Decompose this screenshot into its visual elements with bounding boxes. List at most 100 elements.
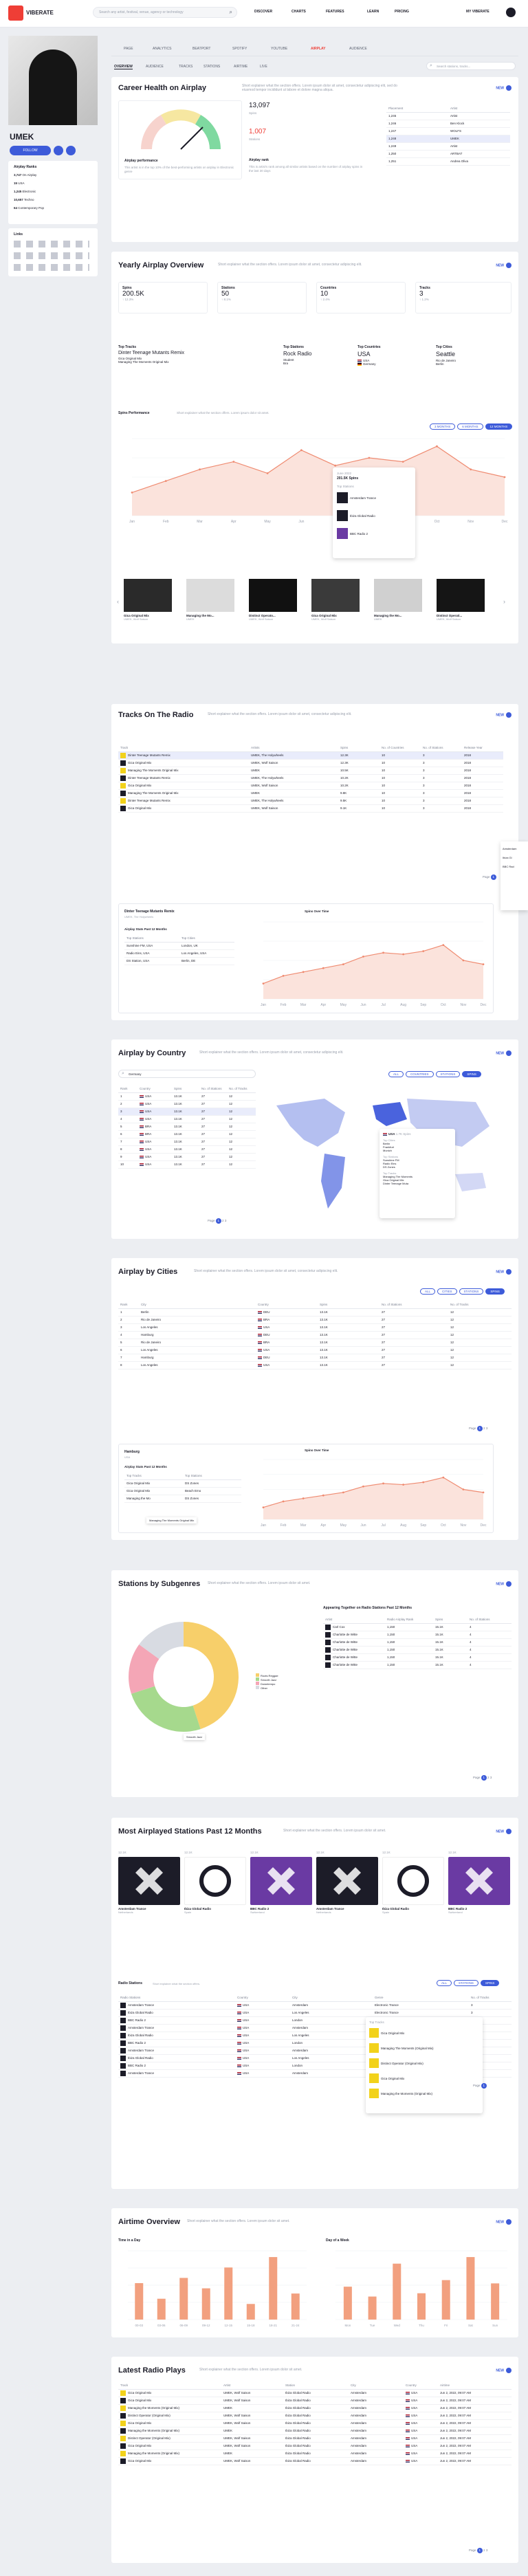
data-point[interactable] xyxy=(300,449,302,452)
data-point[interactable] xyxy=(368,456,371,459)
data-point[interactable] xyxy=(334,464,337,467)
table-row[interactable]: Managing The Moments Original Mix UMEK 9.8… xyxy=(118,789,503,797)
range-12-months[interactable]: 12 MONTHS xyxy=(485,423,513,430)
subtab-audience[interactable]: AUDIENCE xyxy=(146,65,164,69)
table-row[interactable]: 2 Rio de Janeiro BRA 13.1K 27 12 xyxy=(118,1316,512,1324)
new-badge[interactable]: NEW xyxy=(496,712,512,718)
col-header[interactable]: City xyxy=(349,2381,404,2390)
data-point[interactable] xyxy=(232,461,235,463)
data-point[interactable] xyxy=(442,944,445,946)
station-card[interactable]: 12.1K BBC Radio 2 Switzerland xyxy=(448,1851,510,1914)
bar[interactable] xyxy=(417,2293,426,2320)
bar[interactable] xyxy=(135,2282,144,2320)
table-row[interactable]: Managing the Moments (Original Mix) UMEK I… xyxy=(118,2450,512,2458)
table-row[interactable]: 4 Hamburg DEU 13.1K 27 12 xyxy=(118,1331,512,1339)
station-card[interactable]: 12.1K Ibiza Global Radio Spain xyxy=(382,1851,444,1914)
release-card[interactable]: Gica Original Mix UMEK, Wolf Saison xyxy=(124,579,179,621)
page-3[interactable]: 3 xyxy=(486,1427,488,1430)
account-menu[interactable]: MY VIBERATE xyxy=(466,10,490,14)
data-point[interactable] xyxy=(262,1506,265,1508)
table-row[interactable]: Gica Original Mix UMEK, Wolf Saison Ibiza … xyxy=(118,2389,512,2397)
tab-page[interactable]: PAGE xyxy=(124,47,133,51)
page-1[interactable]: 1 xyxy=(481,2083,487,2089)
table-row[interactable]: Charlotte de Witte 1,150 15.1K 4 xyxy=(323,1631,512,1639)
table-row[interactable]: 1,248 UMEK xyxy=(386,135,510,143)
data-point[interactable] xyxy=(482,963,485,965)
filter-cities[interactable]: CITIES xyxy=(437,1288,457,1295)
table-row[interactable]: 1,249 Artist xyxy=(386,142,510,151)
table-row[interactable]: Dinter Teenage Mutants Remix UMEK, The Ho… xyxy=(118,774,503,782)
nav-discover[interactable]: DISCOVER xyxy=(254,10,272,14)
carousel-next-icon[interactable]: › xyxy=(503,598,505,605)
tab-youtube[interactable]: YOUTUBE xyxy=(271,47,287,51)
table-row[interactable]: 5 BRA 13.1K 27 12 xyxy=(118,1123,256,1131)
table-row[interactable]: Managing The Moments Original Mix UMEK 10.… xyxy=(118,767,503,775)
top-station-item[interactable]: Bra xyxy=(283,362,352,365)
data-point[interactable] xyxy=(362,956,364,958)
data-point[interactable] xyxy=(362,1485,364,1488)
col-header[interactable]: Release Year xyxy=(462,744,503,752)
col-header[interactable]: Track xyxy=(118,744,249,752)
range-3-months[interactable]: 3 MONTHS xyxy=(430,423,456,430)
table-row[interactable]: DS Station, USA Berlin, DE xyxy=(124,957,234,965)
page-3[interactable]: 3 xyxy=(225,1219,227,1222)
tab-beatport[interactable]: BEATPORT xyxy=(192,47,211,51)
col-header[interactable]: Rank xyxy=(118,1301,139,1309)
share-button[interactable] xyxy=(54,146,63,155)
carousel-prev-icon[interactable]: ‹ xyxy=(117,598,119,605)
page-1[interactable]: 1 xyxy=(476,1426,483,1431)
data-point[interactable] xyxy=(131,492,133,494)
station-card[interactable]: 12.1K Amsterdam Trance Netherlands xyxy=(118,1851,180,1914)
data-point[interactable] xyxy=(462,959,465,962)
data-point[interactable] xyxy=(199,468,201,471)
table-row[interactable]: 1 Berlin DEU 13.1K 27 12 xyxy=(118,1308,512,1317)
tab-airplay[interactable]: AIRPLAY xyxy=(311,47,326,51)
tab-audience[interactable]: AUDIENCE xyxy=(349,47,367,51)
filter-stations[interactable]: STATIONS xyxy=(435,1071,461,1077)
new-badge[interactable]: NEW xyxy=(496,1050,512,1056)
spins-over-time-chart[interactable]: Jan Feb Mar Apr May Jun Jul Aug Sep Oct Nov Dec xyxy=(250,914,490,1010)
table-row[interactable]: 8 USA 13.1K 27 12 xyxy=(118,1145,256,1154)
subtab-live[interactable]: LIVE xyxy=(260,65,267,69)
col-header[interactable]: No. of Tracks xyxy=(227,1085,256,1093)
spins-performance-chart[interactable]: JanFebMarAprMayJunJulAugSepOctNovDec xyxy=(118,430,512,527)
cities-pager[interactable]: Page 1 2 3 xyxy=(469,1426,487,1431)
data-point[interactable] xyxy=(282,1500,285,1503)
filter-stations[interactable]: STATIONS xyxy=(454,1980,478,1986)
release-card[interactable]: Managing the Mo... UMEK xyxy=(186,579,241,621)
range-6-months[interactable]: 6 MONTHS xyxy=(457,423,483,430)
top-station-main[interactable]: Rock Radio xyxy=(283,351,352,357)
data-point[interactable] xyxy=(164,480,167,482)
data-point[interactable] xyxy=(322,967,324,969)
user-avatar[interactable] xyxy=(506,8,516,17)
col-header[interactable]: Artist xyxy=(221,2381,283,2390)
col-header[interactable]: Spins xyxy=(172,1085,199,1093)
col-header[interactable]: No. of Stations xyxy=(468,1616,512,1624)
time-of-day-chart[interactable]: 00-03 03-06 06-09 09-12 12-15 15-18 18-21 21-24 xyxy=(118,2247,311,2329)
data-point[interactable] xyxy=(302,971,305,973)
subtab-tracks[interactable]: TRACKS xyxy=(179,65,192,69)
col-header[interactable]: Station xyxy=(283,2381,349,2390)
table-row[interactable]: 7 Hamburg DEU 13.1K 27 12 xyxy=(118,1354,512,1362)
data-point[interactable] xyxy=(282,975,285,977)
page-3[interactable]: 3 xyxy=(490,1776,492,1779)
bar[interactable] xyxy=(491,2283,500,2320)
table-row[interactable]: 3 USA 13.1K 27 12 xyxy=(118,1108,256,1116)
page-1[interactable]: 1 xyxy=(215,1218,221,1224)
table-row[interactable]: Managing the Moments (Original Mix) UMEK I… xyxy=(118,2427,512,2435)
data-point[interactable] xyxy=(442,1476,445,1479)
filter-spins[interactable]: SPINS xyxy=(485,1288,505,1295)
bar[interactable] xyxy=(157,2298,166,2320)
col-header[interactable]: Radio Stations xyxy=(118,1994,235,2002)
col-header[interactable]: Spins xyxy=(318,1301,380,1309)
table-row[interactable]: 1,251 Andrea Oliva xyxy=(386,157,510,166)
table-row[interactable]: Managing the Moments (Original Mix) UMEK I… xyxy=(118,2404,512,2412)
table-row[interactable]: 2 USA 13.1K 27 12 xyxy=(118,1100,256,1108)
data-point[interactable] xyxy=(322,1494,324,1497)
col-header[interactable]: City xyxy=(290,1994,373,2002)
table-row[interactable]: Gica Original Mix UMEK, Wolf Saison Ibiza … xyxy=(118,2457,512,2465)
global-search[interactable]: Search any artist, festival, venue, agen… xyxy=(93,7,237,18)
col-header[interactable]: Country xyxy=(235,1994,290,2002)
data-point[interactable] xyxy=(382,951,384,954)
page-2[interactable]: 2 xyxy=(222,1219,224,1222)
